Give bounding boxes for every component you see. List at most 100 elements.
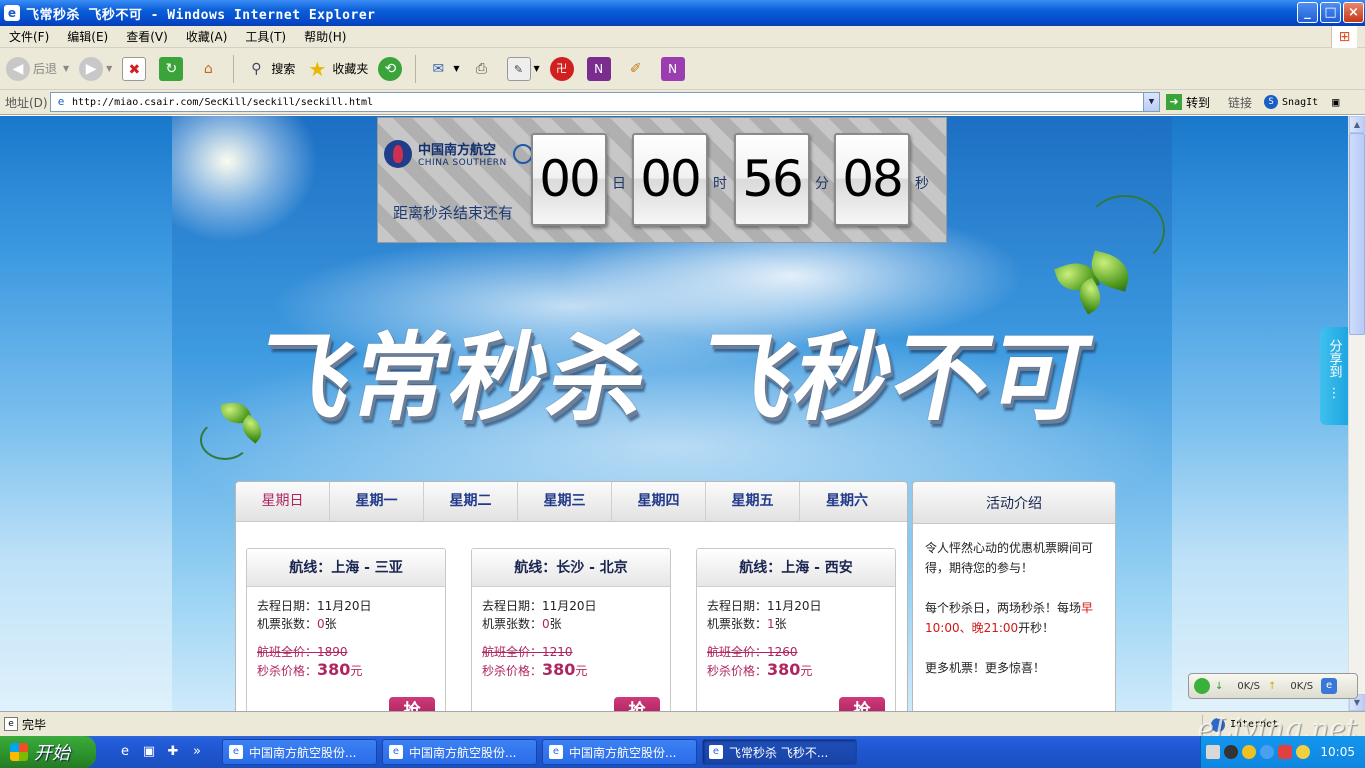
- tab-monday[interactable]: 星期一: [330, 482, 424, 522]
- edit-button[interactable]: ✎ ▼: [506, 56, 540, 81]
- print-button[interactable]: ⎙: [470, 57, 497, 81]
- vertical-scrollbar[interactable]: ▲ ▼: [1348, 116, 1365, 711]
- forward-dropdown-icon: ▼: [106, 64, 113, 73]
- onenote-icon: N: [586, 56, 611, 81]
- route-title: 航线：上海 - 西安: [697, 549, 895, 587]
- addon-button-2[interactable]: ✐: [624, 57, 651, 81]
- scroll-up-icon[interactable]: ▲: [1349, 116, 1365, 133]
- share-tab[interactable]: 分享到 ⋮: [1320, 327, 1348, 425]
- route-title: 航线：上海 - 三亚: [247, 549, 445, 587]
- netspeed-widget[interactable]: ↓ 0K/S ↑ 0K/S e: [1188, 673, 1358, 699]
- download-arrow-icon: ↓: [1215, 680, 1224, 692]
- menu-favorites[interactable]: 收藏(A): [177, 28, 237, 45]
- tray-star-icon[interactable]: [1296, 745, 1311, 759]
- sale-price: 秒杀价格：380元: [257, 660, 363, 679]
- share-dots-icon: ⋮: [1327, 386, 1341, 401]
- tab-saturday[interactable]: 星期六: [800, 482, 894, 522]
- links-button[interactable]: 链接: [1228, 94, 1252, 111]
- intro-title: 活动介绍: [913, 482, 1115, 524]
- menu-file[interactable]: 文件(F): [0, 28, 58, 45]
- tray-network-icon[interactable]: [1260, 745, 1275, 759]
- mail-icon: ✉: [432, 60, 445, 77]
- close-button[interactable]: ×: [1343, 2, 1364, 23]
- menu-bar: 文件(F) 编辑(E) 查看(V) 收藏(A) 工具(T) 帮助(H) ⊞: [0, 26, 1365, 48]
- taskbar: 开始 e ▣ ✚ » e 中国南方航空股份... e 中国南方航空股份... e 中国…: [0, 736, 1365, 768]
- tray-app-icon[interactable]: [1242, 745, 1257, 759]
- tray-qq-icon[interactable]: [1224, 745, 1239, 759]
- home-icon: ⌂: [203, 60, 213, 77]
- taskbar-item[interactable]: e 中国南方航空股份...: [222, 739, 377, 765]
- tab-tuesday[interactable]: 星期二: [424, 482, 518, 522]
- menu-view[interactable]: 查看(V): [117, 28, 177, 45]
- tray-shield-icon[interactable]: [1278, 745, 1293, 759]
- history-button[interactable]: ⟲: [378, 56, 405, 81]
- media-icon[interactable]: ✚: [164, 743, 182, 761]
- countdown-minutes: 56: [734, 133, 810, 226]
- seconds-unit: 秒: [915, 176, 929, 192]
- day-tabs: 星期日 星期一 星期二 星期三 星期四 星期五 星期六: [236, 482, 907, 522]
- ie-icon: e: [389, 745, 403, 759]
- menu-edit[interactable]: 编辑(E): [58, 28, 117, 45]
- ie-icon: e: [4, 5, 20, 21]
- tab-thursday[interactable]: 星期四: [612, 482, 706, 522]
- addon-button-1[interactable]: 卍: [549, 56, 577, 81]
- slogan-right: 飞秒不可: [686, 322, 1103, 434]
- ie-quicklaunch-icon[interactable]: e: [116, 743, 134, 761]
- sale-price: 秒杀价格：380元: [482, 660, 588, 679]
- address-bar: 地址(D) e http://miao.csair.com/SecKill/se…: [0, 90, 1365, 115]
- favorites-button[interactable]: ★ 收藏夹: [305, 57, 368, 81]
- edit-dropdown-icon: ▼: [533, 64, 540, 73]
- days-unit: 日: [612, 176, 626, 192]
- intro-more: 更多机票！更多惊喜！: [925, 661, 1046, 675]
- start-button[interactable]: 开始: [0, 736, 96, 768]
- tab-friday[interactable]: 星期五: [706, 482, 800, 522]
- minimize-button[interactable]: _: [1297, 2, 1318, 23]
- snagit-button[interactable]: S SnagIt ▣: [1264, 95, 1339, 109]
- more-icon[interactable]: »: [188, 743, 206, 761]
- countdown-label: 距离秒杀结束还有: [393, 204, 514, 222]
- address-label: 地址(D): [5, 95, 48, 110]
- star-icon: ★: [308, 56, 327, 81]
- search-button[interactable]: ⚲ 搜索: [244, 57, 295, 81]
- address-input[interactable]: e http://miao.csair.com/SecKill/seckill/…: [50, 92, 1160, 112]
- taskbar-item[interactable]: e 中国南方航空股份...: [382, 739, 537, 765]
- back-arrow-icon: ◀: [6, 56, 30, 81]
- activity-intro-panel: 活动介绍 令人怦然心动的优惠机票瞬间可得，期待您的参与！ 每个秒杀日，两场秒杀！…: [912, 481, 1116, 716]
- windows-flag-icon: [10, 743, 28, 761]
- taskbar-item[interactable]: e 中国南方航空股份...: [542, 739, 697, 765]
- snagit-window-icon: ▣: [1332, 95, 1340, 109]
- edit-icon: ✎: [506, 56, 531, 81]
- onenote-button-1[interactable]: N: [586, 56, 614, 81]
- menu-tools[interactable]: 工具(T): [236, 28, 295, 45]
- tab-sunday[interactable]: 星期日: [236, 482, 330, 522]
- sale-price: 秒杀价格：380元: [707, 660, 813, 679]
- onenote-button-2[interactable]: N: [660, 56, 688, 81]
- home-button[interactable]: ⌂: [196, 57, 223, 81]
- url-text: http://miao.csair.com/SecKill/seckill/se…: [72, 96, 374, 108]
- tray-keyboard-icon[interactable]: [1206, 745, 1221, 759]
- intro-paragraph: 令人怦然心动的优惠机票瞬间可得，期待您的参与！: [925, 541, 1094, 575]
- mail-button[interactable]: ✉ ▼: [426, 57, 459, 81]
- taskbar-item-active[interactable]: e 飞常秒杀 飞秒不...: [702, 739, 857, 765]
- refresh-button[interactable]: ↻: [159, 56, 186, 81]
- go-button[interactable]: ➜ 转到: [1166, 94, 1210, 111]
- desktop-icon[interactable]: ▣: [140, 743, 158, 761]
- back-button[interactable]: ◀ 后退 ▼: [6, 56, 70, 81]
- back-dropdown-icon: ▼: [63, 64, 70, 73]
- tab-wednesday[interactable]: 星期三: [518, 482, 612, 522]
- address-dropdown-icon[interactable]: ▼: [1143, 93, 1159, 111]
- status-text: 完毕: [22, 717, 47, 732]
- onenote-icon: N: [660, 56, 685, 81]
- scroll-thumb[interactable]: [1349, 133, 1365, 335]
- netspeed-globe-icon: [1194, 678, 1210, 694]
- flight-card: 航线：长沙 - 北京 去程日期：11月20日 机票张数：0张 航班全价：1210…: [471, 548, 671, 718]
- full-price: 航班全价：1210: [482, 645, 573, 659]
- forward-button[interactable]: ▶ ▼: [79, 56, 113, 81]
- stop-button[interactable]: ✖: [122, 56, 149, 81]
- ie-icon: e: [709, 745, 723, 759]
- ie-icon: e: [549, 745, 563, 759]
- ticket-count: 机票张数：0张: [257, 617, 337, 631]
- maximize-button[interactable]: □: [1320, 2, 1341, 23]
- menu-help[interactable]: 帮助(H): [295, 28, 355, 45]
- ie-icon: e: [229, 745, 243, 759]
